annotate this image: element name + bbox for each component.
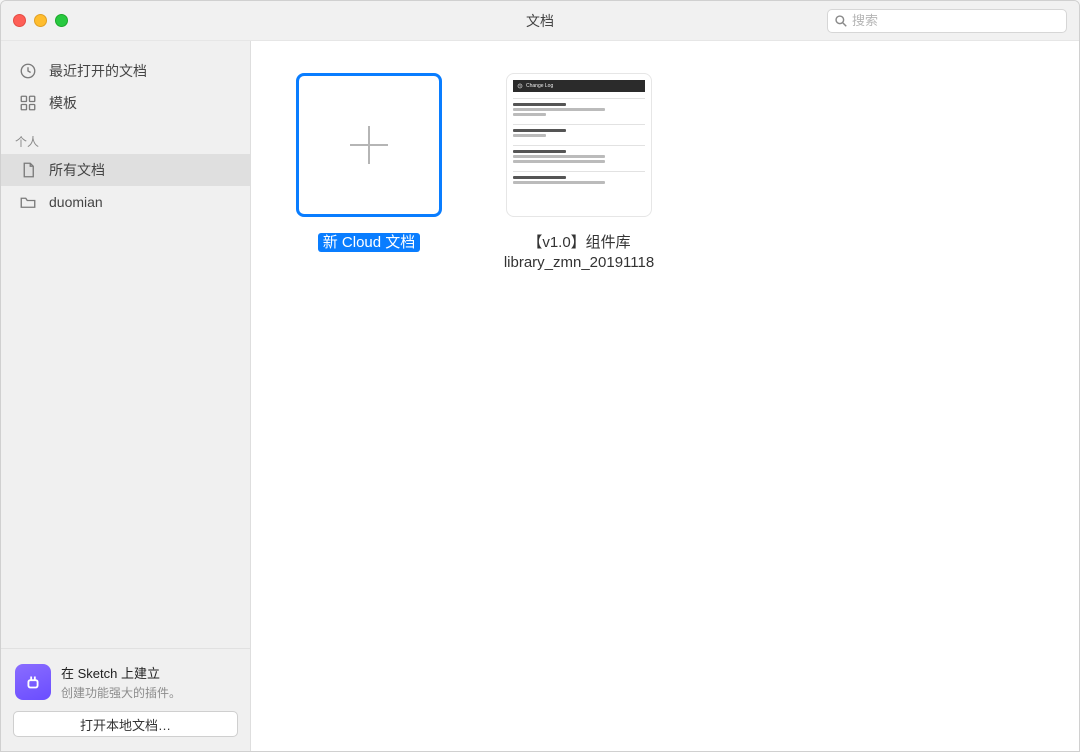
grid-icon bbox=[19, 94, 37, 112]
upsell-title: 在 Sketch 上建立 bbox=[61, 663, 181, 682]
sidebar-item-label: 最近打开的文档 bbox=[49, 61, 147, 81]
window: 文档 最近打开的文档 模板 个人 bbox=[0, 0, 1080, 752]
search-input[interactable] bbox=[852, 13, 1060, 28]
search-icon bbox=[834, 14, 848, 28]
thumbnail-preview: Change Log bbox=[507, 74, 651, 216]
body: 最近打开的文档 模板 个人 所有文档 bbox=[1, 41, 1079, 751]
document-item[interactable]: Change Log bbox=[499, 73, 659, 274]
sidebar-list: 最近打开的文档 模板 个人 所有文档 bbox=[1, 41, 250, 648]
plugin-icon bbox=[15, 664, 51, 700]
document-thumbnail[interactable]: Change Log bbox=[506, 73, 652, 217]
new-document-label: 新 Cloud 文档 bbox=[318, 233, 421, 253]
upsell-text: 在 Sketch 上建立 创建功能强大的插件。 bbox=[61, 663, 181, 701]
plus-icon bbox=[350, 126, 388, 164]
new-cloud-document-item[interactable]: 新 Cloud 文档 bbox=[289, 73, 449, 253]
close-window-button[interactable] bbox=[13, 14, 26, 27]
sidebar-item-all-documents[interactable]: 所有文档 bbox=[1, 154, 250, 186]
sidebar-item-label: duomian bbox=[49, 194, 103, 210]
folder-icon bbox=[19, 193, 37, 211]
sidebar-item-label: 模板 bbox=[49, 93, 77, 113]
traffic-lights bbox=[13, 14, 68, 27]
sidebar-footer: 在 Sketch 上建立 创建功能强大的插件。 打开本地文档… bbox=[1, 648, 250, 751]
content-area: 新 Cloud 文档 Change Log bbox=[251, 41, 1079, 751]
open-local-document-button[interactable]: 打开本地文档… bbox=[13, 711, 238, 737]
sidebar-item-duomian[interactable]: duomian bbox=[1, 186, 250, 218]
documents-grid: 新 Cloud 文档 Change Log bbox=[251, 41, 1079, 306]
sidebar-item-label: 所有文档 bbox=[49, 160, 105, 180]
window-title: 文档 bbox=[526, 11, 554, 31]
document-icon bbox=[19, 161, 37, 179]
sidebar-section-personal: 个人 bbox=[1, 119, 250, 154]
upsell-banner[interactable]: 在 Sketch 上建立 创建功能强大的插件。 bbox=[13, 659, 238, 711]
fullscreen-window-button[interactable] bbox=[55, 14, 68, 27]
new-document-thumbnail[interactable] bbox=[296, 73, 442, 217]
sidebar-item-templates[interactable]: 模板 bbox=[1, 87, 250, 119]
minimize-window-button[interactable] bbox=[34, 14, 47, 27]
upsell-subtitle: 创建功能强大的插件。 bbox=[61, 684, 181, 701]
titlebar: 文档 bbox=[1, 1, 1079, 41]
sidebar-item-recent[interactable]: 最近打开的文档 bbox=[1, 55, 250, 87]
search-field[interactable] bbox=[827, 9, 1067, 33]
clock-icon bbox=[19, 62, 37, 80]
sidebar: 最近打开的文档 模板 个人 所有文档 bbox=[1, 41, 251, 751]
document-label: 【v1.0】组件库 library_zmn_20191118 bbox=[504, 233, 654, 274]
